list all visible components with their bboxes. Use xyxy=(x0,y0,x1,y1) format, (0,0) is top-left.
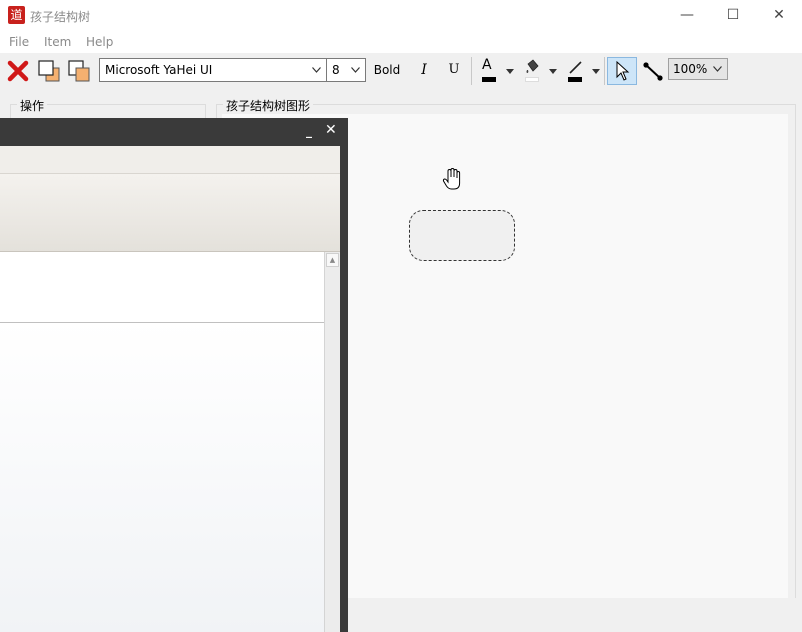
line-pen-icon xyxy=(569,61,582,74)
overlay-close-button[interactable]: ✕ xyxy=(325,122,337,138)
chevron-down-icon xyxy=(351,67,360,73)
font-size-value: 8 xyxy=(332,63,340,77)
menu-file[interactable]: File xyxy=(9,35,29,49)
hand-cursor-icon xyxy=(442,167,461,190)
toolbar-separator xyxy=(471,57,472,85)
maximize-button[interactable]: ☐ xyxy=(710,0,756,31)
tree-node-shape[interactable] xyxy=(409,210,515,261)
bring-to-front-icon xyxy=(38,60,60,82)
font-family-value: Microsoft YaHei UI xyxy=(105,63,213,77)
minimize-button[interactable]: — xyxy=(664,0,710,31)
operations-panel-label: 操作 xyxy=(17,97,48,114)
connector-line-icon xyxy=(643,62,663,81)
app-icon: 道 xyxy=(8,6,25,24)
menu-help[interactable]: Help xyxy=(86,35,113,49)
overlay-body: ▲ xyxy=(0,146,340,632)
arrow-pointer-icon xyxy=(616,61,630,81)
caret-down-icon xyxy=(549,69,557,74)
zoom-select[interactable]: 100% xyxy=(668,58,728,80)
title-bar: 道 孩子结构树 — ☐ ✕ xyxy=(0,0,802,31)
font-color-letter: A xyxy=(482,57,492,73)
caret-down-icon xyxy=(592,69,600,74)
zoom-value: 100% xyxy=(673,62,708,76)
line-color-button[interactable] xyxy=(564,57,604,85)
menu-item[interactable]: Item xyxy=(44,35,71,49)
bold-button[interactable]: Bold xyxy=(368,58,406,82)
italic-button[interactable]: I xyxy=(412,58,436,82)
overlay-menu-strip xyxy=(0,146,340,174)
overlay-divider xyxy=(0,322,324,323)
close-button[interactable]: ✕ xyxy=(756,0,802,31)
overlay-minimize-button[interactable]: _ xyxy=(306,124,312,138)
overlay-scrollbar[interactable]: ▲ xyxy=(324,252,340,632)
bring-to-front-button[interactable] xyxy=(36,57,62,85)
chevron-down-icon xyxy=(713,66,722,72)
paint-bucket-icon xyxy=(526,59,539,73)
overlay-toolbar-strip xyxy=(0,174,340,252)
menu-bar: File Item Help xyxy=(0,31,802,53)
window-title: 孩子结构树 xyxy=(30,10,91,24)
scroll-up-button[interactable]: ▲ xyxy=(326,253,339,267)
overlay-window[interactable]: _ ✕ ▲ xyxy=(0,118,348,632)
bottom-strip xyxy=(340,598,800,632)
toolbar-separator xyxy=(604,57,605,85)
overlay-content-area[interactable] xyxy=(0,252,324,632)
fill-color-button[interactable] xyxy=(521,57,561,85)
font-color-swatch xyxy=(482,77,496,82)
caret-down-icon xyxy=(506,69,514,74)
pointer-tool-button[interactable] xyxy=(607,57,637,85)
red-x-icon xyxy=(7,60,29,82)
send-to-back-button[interactable] xyxy=(66,57,92,85)
font-size-select[interactable]: 8 xyxy=(326,58,366,82)
font-family-select[interactable]: Microsoft YaHei UI xyxy=(99,58,327,82)
fill-color-swatch xyxy=(525,77,539,82)
connector-tool-button[interactable] xyxy=(641,57,665,85)
line-color-swatch xyxy=(568,77,582,82)
font-color-button[interactable]: A xyxy=(478,57,518,85)
diagram-panel-label: 孩子结构树图形 xyxy=(223,97,314,114)
send-to-back-icon xyxy=(68,60,90,82)
delete-button[interactable] xyxy=(6,57,30,85)
toolbar: Microsoft YaHei UI 8 Bold I U A 100% xyxy=(0,53,802,89)
underline-button[interactable]: U xyxy=(442,58,466,82)
chevron-down-icon xyxy=(312,67,321,73)
